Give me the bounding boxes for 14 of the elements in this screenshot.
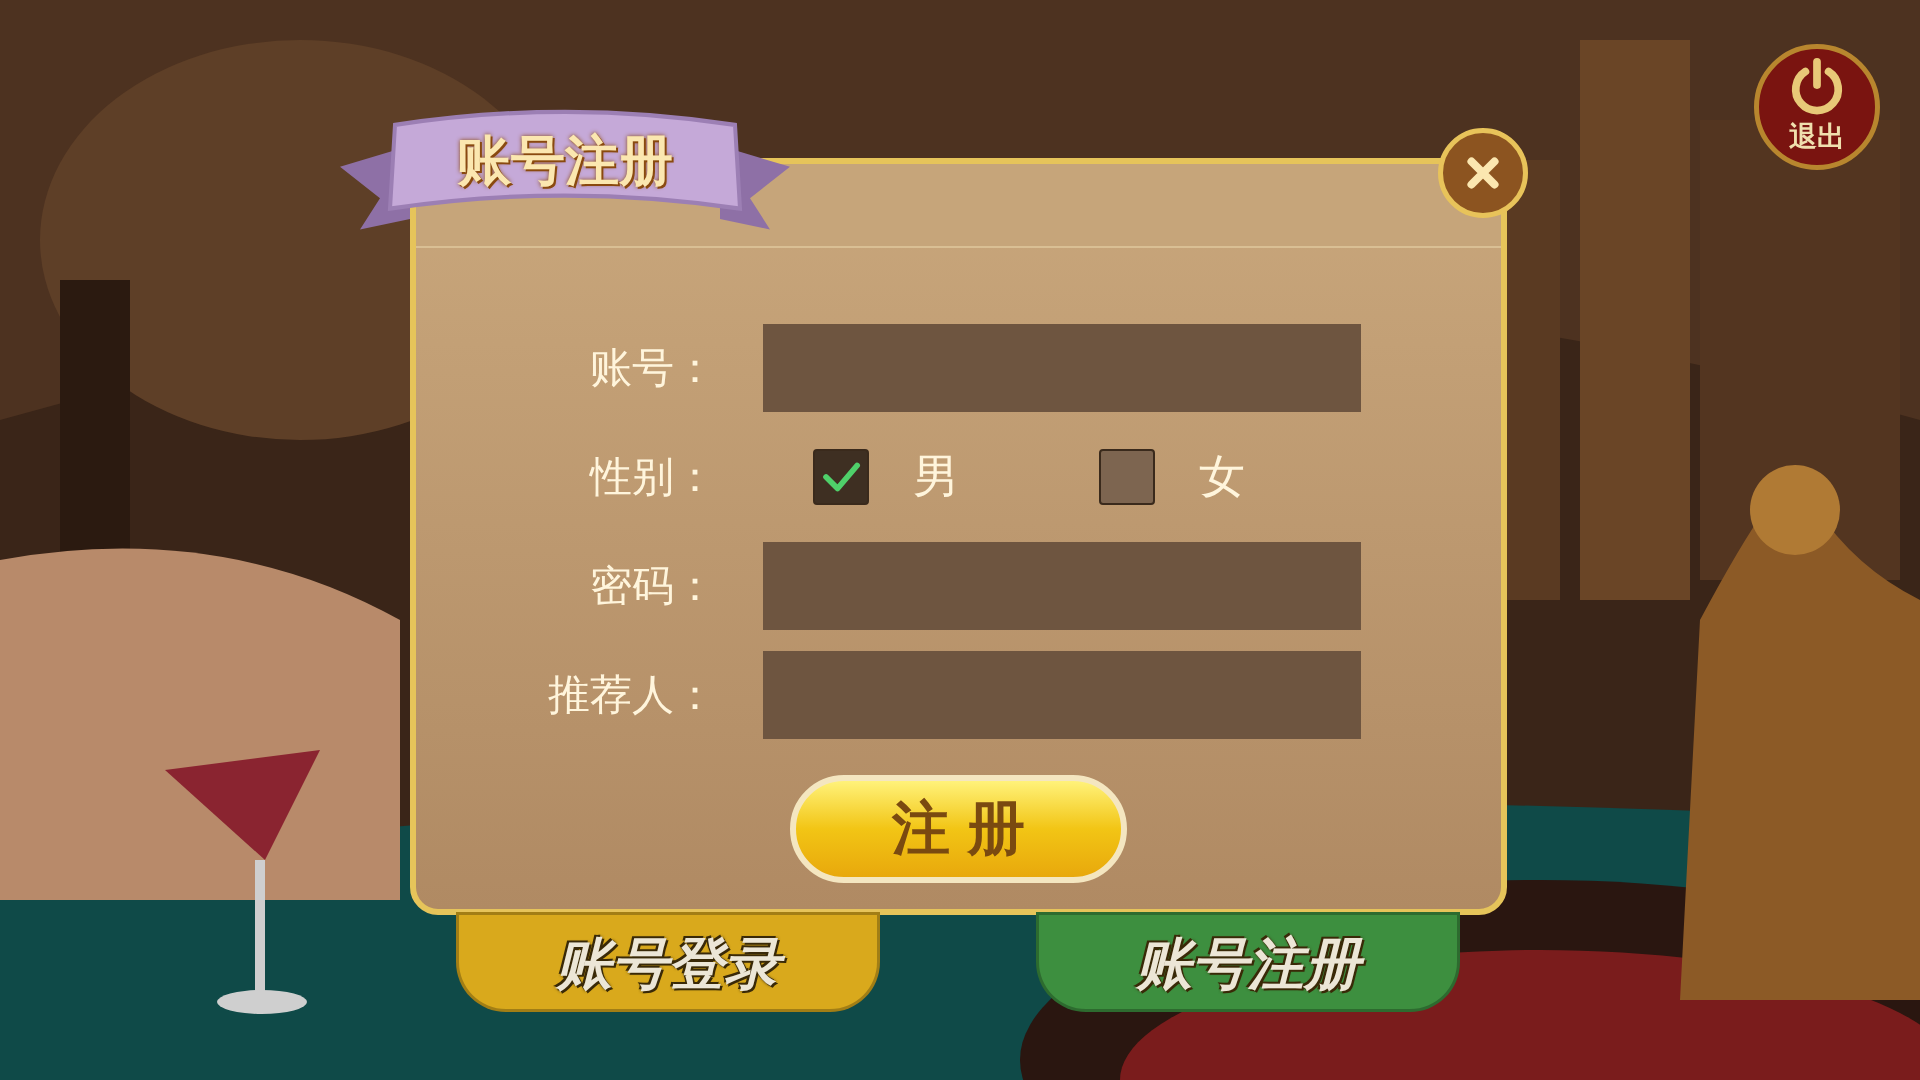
checkbox[interactable] [813, 449, 869, 505]
field-label: 推荐人： [547, 669, 716, 721]
tab-button[interactable]: 账号注册 [1036, 912, 1460, 1012]
dialog-title: 账号注册 [457, 127, 673, 194]
input-field[interactable] [763, 542, 1361, 630]
field-label: 性别： [588, 451, 716, 503]
input-field[interactable] [763, 324, 1361, 412]
checkbox[interactable] [1099, 449, 1155, 505]
field-label: 密码： [589, 560, 716, 612]
register-button[interactable]: 注 册 [790, 775, 1127, 883]
input-field[interactable] [763, 651, 1361, 739]
field-label: 账号： [589, 342, 716, 394]
option-label: 男 [913, 448, 959, 505]
option-label: 女 [1199, 448, 1245, 505]
